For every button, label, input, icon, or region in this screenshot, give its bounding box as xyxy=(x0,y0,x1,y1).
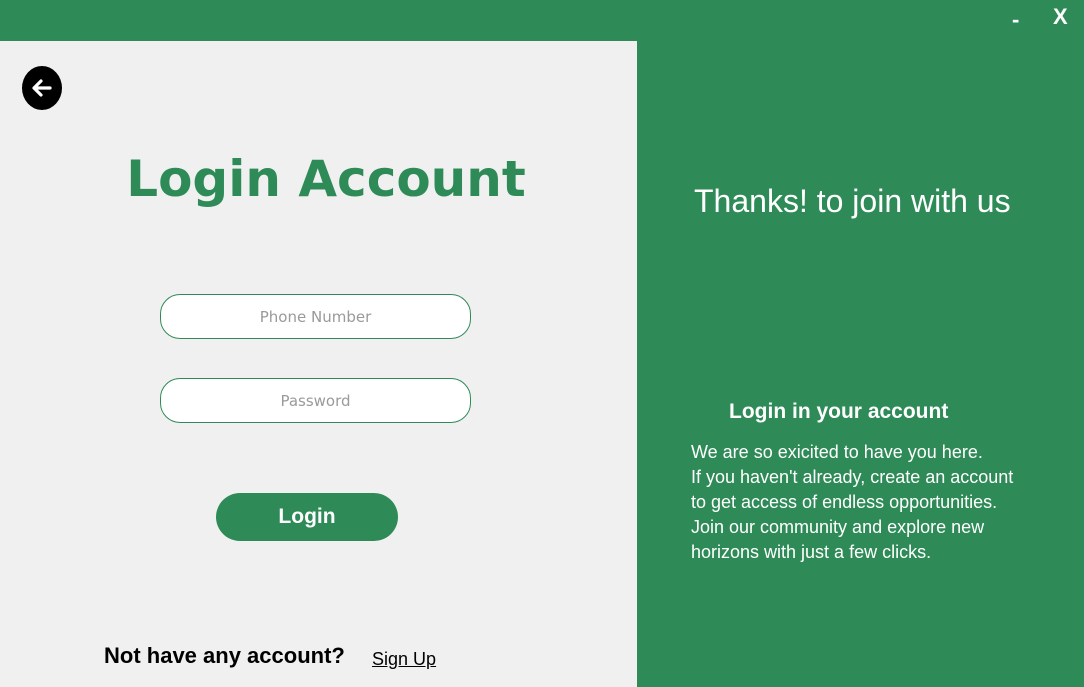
password-input[interactable] xyxy=(160,378,471,423)
description-line: If you haven't already, create an accoun… xyxy=(691,467,1014,487)
login-button[interactable]: Login xyxy=(216,493,398,541)
welcome-heading: Login in your account xyxy=(729,400,949,423)
welcome-panel: Thanks! to join with us Login in your ac… xyxy=(637,41,1084,687)
sign-up-link[interactable]: Sign Up xyxy=(372,648,436,670)
back-button[interactable] xyxy=(22,66,62,110)
phone-number-input[interactable] xyxy=(160,294,471,339)
app-window: - X Login Account Login Not have any acc… xyxy=(0,0,1084,687)
description-line: horizons with just a few clicks. xyxy=(691,542,932,562)
login-panel: Login Account Login Not have any account… xyxy=(0,41,637,687)
description-line: to get access of endless opportunities. xyxy=(691,492,998,512)
description-line: Join our community and explore new xyxy=(691,517,985,537)
welcome-title: Thanks! to join with us xyxy=(694,183,1011,219)
no-account-text: Not have any account? xyxy=(104,643,345,668)
welcome-description: We are so exicited to have you here. If … xyxy=(691,440,1013,565)
title-bar: - X xyxy=(0,0,1084,41)
description-line: We are so exicited to have you here. xyxy=(691,442,983,462)
arrow-left-icon xyxy=(32,79,52,97)
minimize-button[interactable]: - xyxy=(1012,6,1019,34)
page-title: Login Account xyxy=(126,150,526,208)
close-button[interactable]: X xyxy=(1053,3,1068,31)
